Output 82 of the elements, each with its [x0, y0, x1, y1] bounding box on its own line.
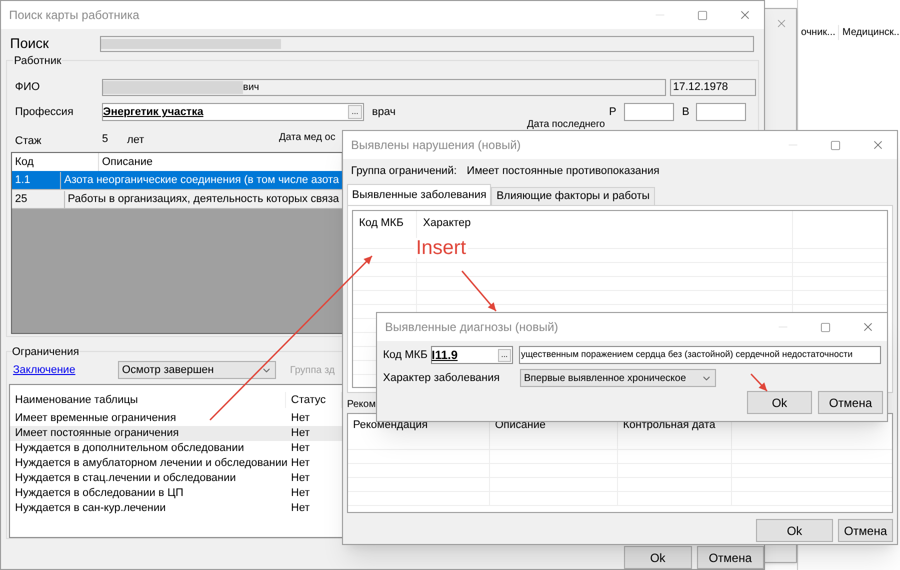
window-title: Выявленные диагнозы (новый) — [385, 319, 560, 336]
list-cell-text: Нуждается в обследовании в ЦП — [14, 486, 184, 502]
column-header[interactable]: Код МКБ — [353, 211, 417, 235]
field-label: Характер заболевания — [383, 370, 501, 386]
table-cell: 25 — [12, 191, 65, 208]
annotation-arrow — [461, 270, 497, 312]
close-icon[interactable] — [775, 17, 788, 30]
list-row[interactable]: Нуждается в обследовании в ЦП Нет — [10, 486, 342, 501]
list-row[interactable]: Нуждается в амублаторном лечении и обследовании Нет — [10, 456, 342, 471]
field-label: Стаж — [15, 134, 42, 150]
list-cell-text: Нуждается в амублаторном лечении и обследовании — [14, 456, 286, 472]
list-cell-text: Нуждается в дополнительном обследовании — [14, 441, 246, 456]
nature-dropdown[interactable]: Впервые выявленное хроническое — [520, 369, 716, 387]
experience-value: 5 — [102, 132, 110, 148]
browse-button[interactable]: ... — [348, 105, 362, 120]
doctor-label: врач — [372, 105, 397, 120]
field-label: Группа зд — [290, 364, 335, 378]
maximize-icon[interactable] — [830, 140, 841, 150]
browse-button[interactable]: ... — [498, 348, 511, 362]
list-row[interactable]: Имеет временные ограничения Нет — [10, 411, 342, 426]
dialog-button[interactable]: Отмена — [696, 546, 764, 569]
annotation-label: Insert — [414, 238, 468, 258]
group-label: Ограничения — [12, 344, 80, 360]
list-cell-text: Нуждается в сан-кур.лечении — [14, 501, 167, 516]
field-label: Дата мед ос — [279, 131, 336, 146]
status-dropdown[interactable]: Осмотр завершен — [118, 361, 276, 379]
tab[interactable]: Выявленные заболевания — [347, 184, 492, 205]
field-label: Группа ограничений: — [351, 164, 457, 179]
conclusion-link[interactable]: Заключение — [13, 362, 118, 378]
dialog-button[interactable]: Отмена — [838, 519, 893, 542]
field-label: Профессия — [15, 105, 74, 120]
column-header: очник... — [798, 24, 840, 40]
field-label: Дата последнего — [527, 118, 605, 132]
search-field[interactable] — [100, 36, 754, 52]
field-label: Р — [609, 105, 618, 120]
table-cell: 1.1 — [12, 172, 62, 189]
table-row[interactable]: 25 Работы в организациях, деятельность которых связа — [12, 190, 342, 210]
name-field[interactable]: вич — [102, 78, 666, 96]
list-row[interactable]: Нуждается в сан-кур.лечении Нет — [10, 501, 342, 516]
window-title: Поиск карты работника — [9, 7, 140, 24]
list-cell-text: Нет — [290, 426, 311, 442]
icd-code-field[interactable]: I11.9 ... — [430, 346, 513, 364]
list-cell-text: Имеет постоянные ограничения — [14, 426, 180, 442]
section-label: Реком — [347, 398, 376, 411]
input-field[interactable] — [624, 103, 674, 122]
list-cell-text: Нет — [290, 486, 311, 502]
list-cell-text: Нет — [290, 471, 311, 486]
column-header: Медицинск... — [839, 24, 900, 40]
list-cell-text: Нет — [290, 456, 311, 472]
tab[interactable]: Влияющие факторы и работы — [491, 187, 655, 205]
profession-field[interactable]: Энергетик участка ... — [102, 103, 364, 122]
maximize-icon[interactable] — [820, 322, 831, 332]
table-row[interactable]: 1.1 Азота неорганические соединения (в том числе азота — [12, 171, 342, 190]
list-cell-text: Имеет временные ограничения — [14, 411, 178, 426]
field-value: вич — [243, 80, 260, 95]
table-cell-text: Работы в организациях, деятельность которых связа — [66, 192, 340, 208]
input-field[interactable] — [696, 103, 746, 122]
list-row[interactable]: Нуждается в дополнительном обследовании Нет — [10, 441, 342, 456]
list-cell-text: Нет — [290, 411, 311, 426]
dialog-button[interactable]: Ok — [747, 391, 812, 414]
field-label: Код МКБ — [383, 348, 429, 363]
list-cell-text: Нуждается в стац.лечении и обследовании — [14, 471, 237, 486]
dialog-button[interactable]: Ok — [756, 519, 833, 542]
list-cell-text: Нет — [290, 441, 311, 456]
column-header[interactable]: Наименование таблицы — [10, 392, 286, 408]
list-row[interactable]: Имеет постоянные ограничения Нет — [10, 426, 342, 441]
dialog-button[interactable]: Ok — [624, 546, 692, 569]
field-label: Поиск — [10, 34, 50, 54]
field-label: В — [682, 105, 690, 120]
table-cell-text: Азота неорганические соединения (в том числе азота — [63, 173, 340, 188]
maximize-icon[interactable] — [697, 10, 708, 20]
dialog-button[interactable]: Отмена — [818, 391, 883, 414]
list-row[interactable]: Нуждается в стац.лечении и обследовании Нет — [10, 471, 342, 486]
list-cell-text: Нет — [290, 501, 311, 516]
column-header[interactable]: Характер — [417, 211, 793, 235]
birth-date-field[interactable]: 17.12.1978 — [670, 78, 756, 96]
annotation-arrow — [750, 373, 768, 392]
window-title: Выявлены нарушения (новый) — [351, 137, 522, 154]
field-label: лет — [127, 133, 146, 148]
group-value: Имеет постоянные противопоказания — [466, 164, 660, 179]
field-label: ФИО — [15, 80, 41, 96]
diagnosis-field[interactable]: ущественным поражением сердца без (застойной) сердечной недостаточности — [518, 346, 881, 364]
